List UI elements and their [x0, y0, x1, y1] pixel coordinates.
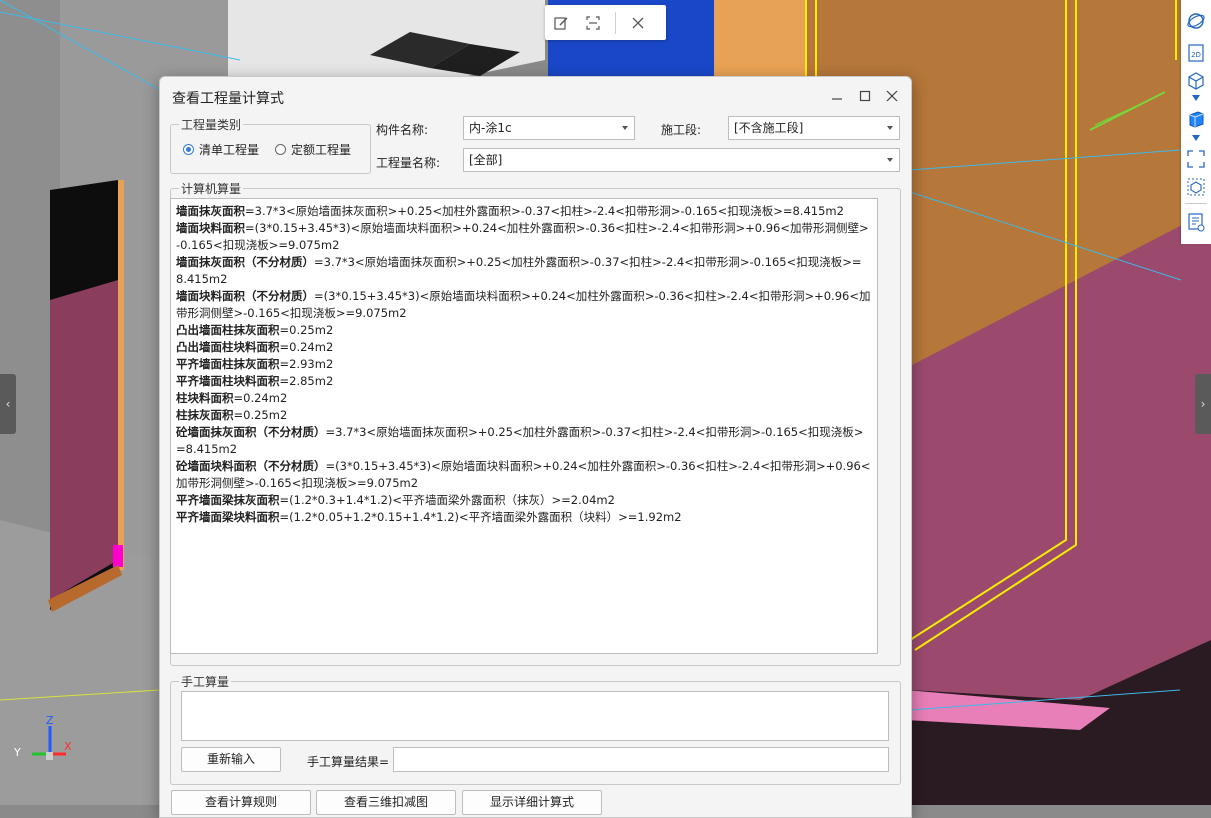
- edit-icon[interactable]: [545, 5, 577, 40]
- calc-line-expr: =0.25m2: [233, 408, 288, 422]
- calc-line: 凸出墙面柱抹灰面积=0.25m2: [176, 322, 872, 339]
- manual-result-label: 手工算量结果=: [307, 755, 390, 769]
- quantity-formula-dialog: 查看工程量计算式 工程量类别 清单工程量 定额工程量 构件名称: 内-涂1c 施…: [159, 76, 912, 818]
- radio-quota-quantity[interactable]: 定额工程量: [275, 141, 351, 158]
- calc-line: 墙面抹灰面积=3.7*3<原始墙面抹灰面积>+0.25<加柱外露面积>-0.37…: [176, 203, 872, 220]
- report-icon[interactable]: [1185, 211, 1207, 233]
- calc-line: 凸出墙面柱块料面积=0.24m2: [176, 339, 872, 356]
- chevron-down-icon: [622, 126, 628, 130]
- calc-line-expr: =0.25m2: [279, 323, 334, 337]
- calc-line-expr: =2.93m2: [279, 357, 334, 371]
- computer-calc-legend: 计算机算量: [179, 180, 244, 197]
- dialog-close-icon[interactable]: [883, 87, 901, 105]
- calc-line: 平齐墙面梁块料面积=(1.2*0.05+1.2*0.15+1.4*1.2)<平齐…: [176, 509, 872, 526]
- quantity-name-label: 工程量名称:: [376, 156, 441, 170]
- calc-line-name: 凸出墙面柱块料面积: [176, 340, 280, 354]
- radio-label: 清单工程量: [199, 143, 260, 157]
- manual-calc-textarea[interactable]: [181, 691, 889, 741]
- component-name-select[interactable]: 内-涂1c: [463, 116, 635, 140]
- toolbar-separator: [615, 11, 616, 34]
- construction-section-value: [不含施工段]: [734, 121, 804, 135]
- calc-line-expr: =(1.2*0.05+1.2*0.15+1.4*1.2)<平齐墙面梁外露面积（块…: [279, 510, 682, 524]
- component-name-value: 内-涂1c: [469, 121, 512, 135]
- computer-calc-textarea[interactable]: 墙面抹灰面积=3.7*3<原始墙面抹灰面积>+0.25<加柱外露面积>-0.37…: [170, 198, 878, 654]
- show-detailed-formula-button[interactable]: 显示详细计算式: [462, 790, 602, 815]
- calc-line: 平齐墙面柱抹灰面积=2.93m2: [176, 356, 872, 373]
- calc-line-name: 凸出墙面柱抹灰面积: [176, 323, 280, 337]
- orbit-icon[interactable]: [1185, 10, 1207, 32]
- box-select-icon[interactable]: [1185, 176, 1207, 198]
- construction-section-select[interactable]: [不含施工段]: [728, 116, 900, 140]
- right-panel-handle[interactable]: ›: [1195, 374, 1211, 434]
- reenter-button[interactable]: 重新输入: [181, 747, 281, 772]
- calc-line: 柱抹灰面积=0.25m2: [176, 407, 872, 424]
- view-toolbar: 2D: [1181, 0, 1211, 244]
- 3d-view-icon[interactable]: [1185, 70, 1207, 92]
- calc-line-expr: =(3*0.15+3.45*3)<原始墙面块料面积>+0.24<加柱外露面积>-…: [176, 221, 869, 252]
- radio-label: 定额工程量: [291, 143, 352, 157]
- calc-line: 平齐墙面柱块料面积=2.85m2: [176, 373, 872, 390]
- calc-line-expr: =(1.2*0.3+1.4*1.2)<平齐墙面梁外露面积（抹灰）>=2.04m2: [279, 493, 615, 507]
- manual-result-input[interactable]: [393, 747, 889, 772]
- svg-text:2D: 2D: [1191, 51, 1201, 59]
- axis-y-label: Y: [14, 746, 21, 759]
- calc-line: 砼墙面块料面积（不分材质）=(3*0.15+3.45*3)<原始墙面块料面积>+…: [176, 458, 872, 492]
- chevron-down-icon: [887, 126, 893, 130]
- calc-line-expr: =0.24m2: [233, 391, 288, 405]
- calc-line-expr: =2.85m2: [279, 374, 334, 388]
- calc-line-expr: =3.7*3<原始墙面抹灰面积>+0.25<加柱外露面积>-0.37<扣柱>-2…: [245, 204, 844, 218]
- calc-line-name: 柱块料面积: [176, 391, 234, 405]
- calc-line-name: 墙面块料面积（不分材质）: [176, 289, 314, 303]
- manual-calc-legend: 手工算量: [179, 673, 232, 690]
- cube-icon[interactable]: [1185, 108, 1207, 130]
- view-3d-deduction-button[interactable]: 查看三维扣减图: [316, 790, 456, 815]
- axis-gizmo: Z X Y: [14, 714, 72, 760]
- component-name-label: 构件名称:: [376, 123, 429, 137]
- calc-line-name: 砼墙面块料面积（不分材质）: [176, 459, 326, 473]
- calc-line-name: 平齐墙面柱块料面积: [176, 374, 280, 388]
- calc-line-name: 平齐墙面梁抹灰面积: [176, 493, 280, 507]
- view-calc-rules-button[interactable]: 查看计算规则: [171, 790, 311, 815]
- quantity-name-value: [全部]: [469, 153, 503, 167]
- radio-checked-icon: [183, 144, 194, 155]
- chevron-down-icon[interactable]: [1185, 92, 1207, 104]
- fullscreen-icon[interactable]: [1185, 148, 1207, 170]
- axis-z-label: Z: [46, 714, 54, 727]
- calc-line: 墙面块料面积=(3*0.15+3.45*3)<原始墙面块料面积>+0.24<加柱…: [176, 220, 872, 254]
- radio-unchecked-icon: [275, 144, 286, 155]
- calc-line: 砼墙面抹灰面积（不分材质）=3.7*3<原始墙面抹灰面积>+0.25<加柱外露面…: [176, 424, 872, 458]
- calc-line: 墙面抹灰面积（不分材质）=3.7*3<原始墙面抹灰面积>+0.25<加柱外露面积…: [176, 254, 872, 288]
- calc-line: 柱块料面积=0.24m2: [176, 390, 872, 407]
- calc-line-name: 平齐墙面梁块料面积: [176, 510, 280, 524]
- maximize-icon[interactable]: [856, 87, 874, 105]
- calc-line-name: 墙面抹灰面积（不分材质）: [176, 255, 314, 269]
- chevron-down-icon: [887, 158, 893, 162]
- floating-toolbar: [545, 5, 666, 40]
- quantity-name-select[interactable]: [全部]: [463, 148, 900, 172]
- toolbar-separator: [1185, 203, 1207, 204]
- calc-line-name: 砼墙面抹灰面积（不分材质）: [176, 425, 326, 439]
- scan-icon[interactable]: [577, 5, 609, 40]
- minimize-icon[interactable]: [828, 87, 846, 105]
- radio-bill-quantity[interactable]: 清单工程量: [183, 141, 259, 158]
- calc-line-name: 平齐墙面柱抹灰面积: [176, 357, 280, 371]
- quantity-type-group: 工程量类别 清单工程量 定额工程量: [170, 116, 371, 174]
- calc-line-name: 墙面块料面积: [176, 221, 245, 235]
- close-icon[interactable]: [622, 5, 654, 40]
- calc-line: 墙面块料面积（不分材质）=(3*0.15+3.45*3)<原始墙面块料面积>+0…: [176, 288, 872, 322]
- chevron-down-icon[interactable]: [1185, 132, 1207, 144]
- calc-line-name: 墙面抹灰面积: [176, 204, 245, 218]
- dialog-title: 查看工程量计算式: [172, 91, 284, 107]
- left-panel-handle[interactable]: ‹: [0, 374, 16, 434]
- calc-line: 平齐墙面梁抹灰面积=(1.2*0.3+1.4*1.2)<平齐墙面梁外露面积（抹灰…: [176, 492, 872, 509]
- quantity-type-legend: 工程量类别: [179, 116, 244, 133]
- axis-x-label: X: [64, 740, 72, 753]
- calc-line-expr: =0.24m2: [279, 340, 334, 354]
- construction-section-label: 施工段:: [661, 123, 702, 137]
- calc-line-name: 柱抹灰面积: [176, 408, 234, 422]
- 2d-view-icon[interactable]: 2D: [1185, 42, 1207, 64]
